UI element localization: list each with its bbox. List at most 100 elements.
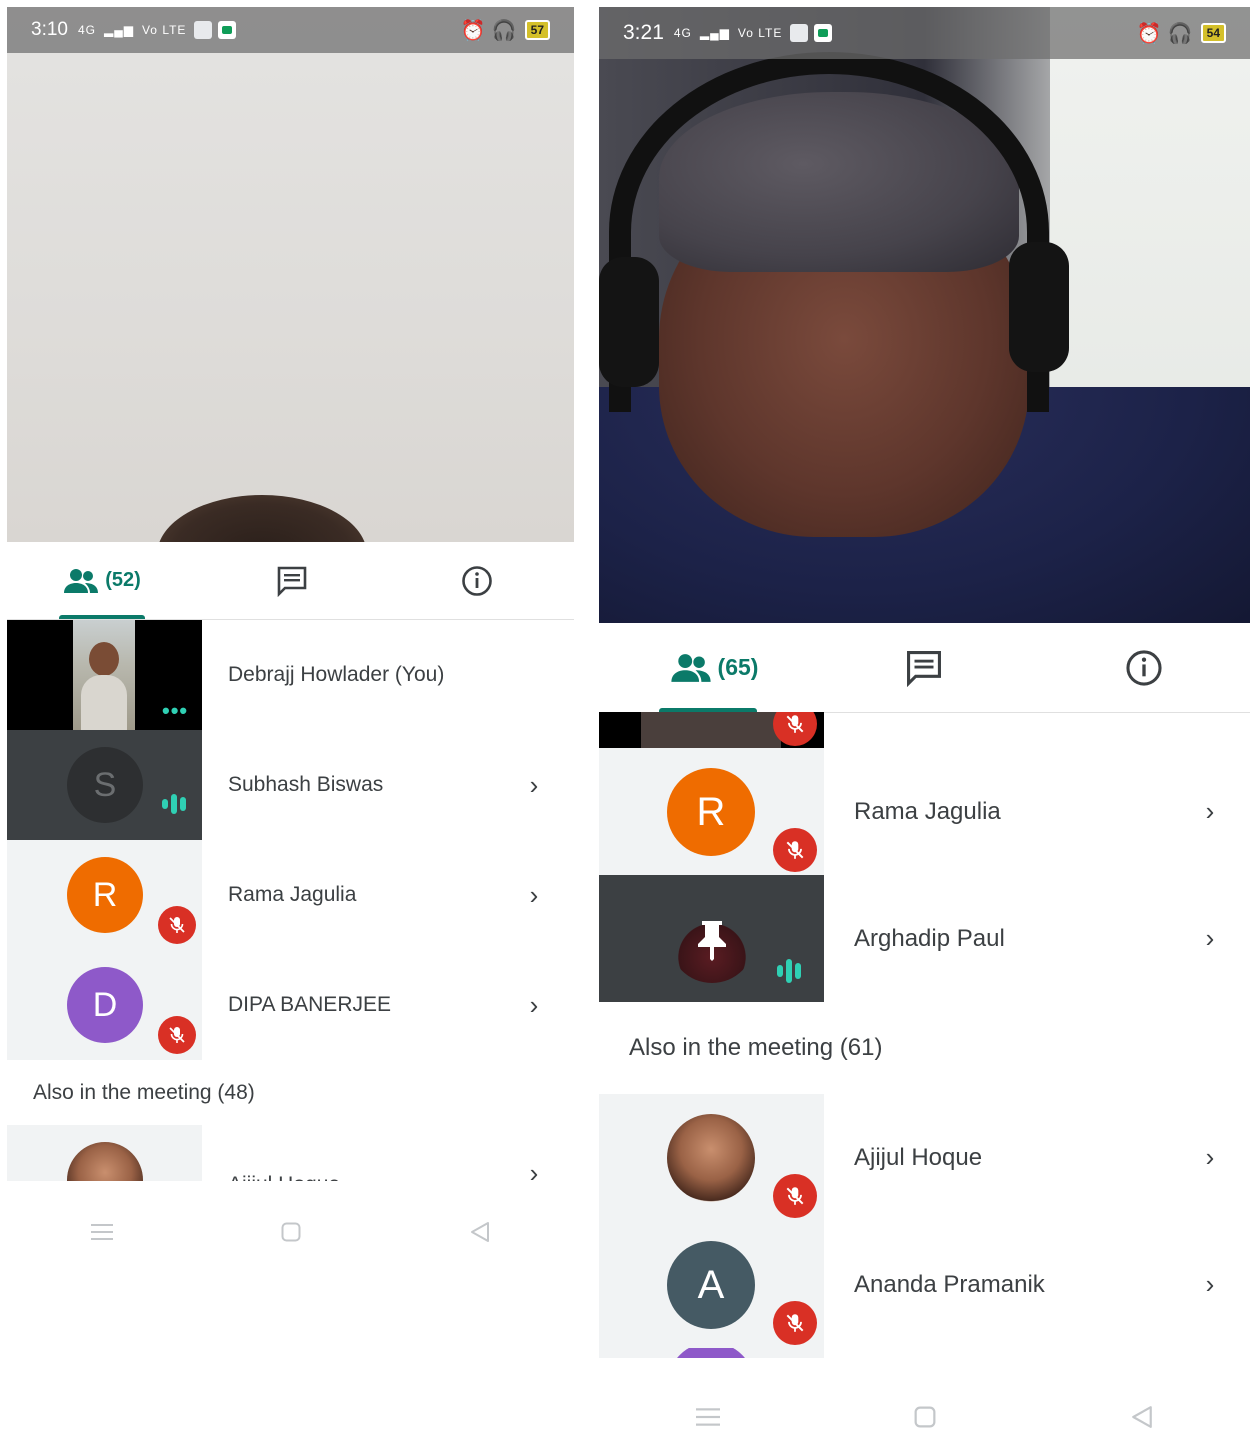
status-bar: 3:10 4G ▂▄▆ Vo LTE ⏰ 🎧 57 <box>7 7 574 53</box>
home-nav-icon[interactable] <box>271 1217 311 1247</box>
also-in-meeting-header: Also in the meeting (48) <box>33 1080 255 1104</box>
participant-row[interactable]: D DIPA BANERJEE › <box>7 950 574 1060</box>
participant-thumbnail <box>7 1125 202 1181</box>
tab-chat[interactable] <box>257 542 327 619</box>
status-bar: 3:21 4G ▂▄▆ Vo LTE ⏰ 🎧 54 <box>599 7 1250 59</box>
participant-list: ••• Debrajj Howlader (You) S Subhash Bis… <box>7 620 574 1181</box>
chevron-right-icon[interactable]: › <box>1190 1269 1230 1300</box>
participant-name: Rama Jagulia <box>228 883 357 906</box>
mic-off-icon <box>158 1016 196 1054</box>
participant-row[interactable]: R Rama Jagulia › <box>7 840 574 950</box>
participant-thumbnail: ••• <box>7 620 202 730</box>
status-time: 3:10 <box>31 19 68 40</box>
avatar: D <box>67 967 143 1043</box>
avatar <box>669 897 755 983</box>
info-icon <box>1126 649 1162 686</box>
participant-row[interactable]: ••• Debrajj Howlader (You) <box>7 620 574 730</box>
more-dots-icon: ••• <box>162 698 189 723</box>
left-phone-screen: 3:10 4G ▂▄▆ Vo LTE ⏰ 🎧 57 (52) ••• Debra… <box>7 7 574 1262</box>
participant-thumbnail <box>599 1348 824 1358</box>
participant-row[interactable]: A Ananda Pramanik › <box>599 1221 1250 1348</box>
avatar <box>667 1348 755 1358</box>
system-nav-bar <box>7 1207 574 1257</box>
mic-off-icon <box>773 1301 817 1345</box>
alarm-icon: ⏰ <box>1136 22 1162 45</box>
participant-thumbnail: R <box>599 748 824 875</box>
calendar-notification-icon <box>194 21 213 39</box>
participant-name: Subhash Biswas <box>228 773 384 796</box>
tab-chat[interactable] <box>889 623 959 712</box>
people-icon <box>64 568 99 593</box>
back-nav-icon[interactable] <box>460 1217 500 1247</box>
chevron-right-icon[interactable]: › <box>514 770 554 801</box>
participant-row[interactable] <box>599 712 1250 748</box>
menu-nav-icon[interactable] <box>688 1402 728 1431</box>
headphone-cup-right <box>1009 242 1069 372</box>
speaking-indicator-icon <box>777 959 801 983</box>
back-nav-icon[interactable] <box>1122 1402 1162 1431</box>
mic-off-icon <box>158 906 196 944</box>
tab-people[interactable]: (65) <box>639 623 789 712</box>
home-nav-icon[interactable] <box>905 1402 945 1431</box>
volte-label: Vo LTE <box>737 26 783 40</box>
chevron-right-icon[interactable]: › <box>1190 923 1230 954</box>
participant-thumbnail: D <box>7 950 202 1060</box>
avatar <box>67 1142 143 1181</box>
network-label: 4G <box>77 23 96 37</box>
avatar: R <box>667 768 755 856</box>
meet-notification-icon <box>218 21 237 39</box>
chevron-right-icon[interactable]: › <box>514 990 554 1021</box>
headset-icon: 🎧 <box>491 19 517 42</box>
people-icon <box>670 653 711 682</box>
menu-nav-icon[interactable] <box>82 1217 122 1247</box>
tab-info[interactable] <box>447 542 507 619</box>
participant-name: Rama Jagulia <box>854 797 1001 825</box>
participant-row[interactable]: R Rama Jagulia › <box>599 748 1250 875</box>
participant-thumbnail: R <box>7 840 202 950</box>
battery-icon: 57 <box>524 20 550 40</box>
info-icon <box>462 565 492 596</box>
participant-row[interactable]: Arghadip Paul › <box>599 875 1250 1002</box>
participant-thumbnail <box>599 1094 824 1221</box>
chevron-right-icon[interactable]: › <box>514 1125 554 1182</box>
main-video[interactable] <box>7 7 574 615</box>
participant-list: R Rama Jagulia › Arghadip Paul › Also in… <box>599 712 1250 1358</box>
tab-indicator <box>59 615 145 619</box>
participant-thumbnail <box>599 875 824 1002</box>
status-time: 3:21 <box>623 21 664 44</box>
battery-icon: 54 <box>1200 23 1226 43</box>
people-count: (65) <box>717 654 759 680</box>
participant-video-preview <box>641 712 781 748</box>
participant-row[interactable] <box>599 1348 1250 1358</box>
participant-name: Ajijul Hoque <box>854 1143 983 1171</box>
participant-thumbnail <box>599 712 824 748</box>
tab-bar: (52) <box>7 542 574 620</box>
avatar <box>667 1114 755 1202</box>
participant-name: Ajijul Hoque <box>202 1125 514 1181</box>
participant-row[interactable]: Ajijul Hoque › <box>7 1125 574 1181</box>
self-camera-preview <box>73 620 135 730</box>
speaking-indicator-icon <box>162 794 186 814</box>
chat-icon <box>277 566 307 597</box>
network-label: 4G <box>673 26 692 40</box>
chevron-right-icon[interactable]: › <box>514 880 554 911</box>
right-phone-screen: 3:21 4G ▂▄▆ Vo LTE ⏰ 🎧 54 (65) R Rama Ja… <box>599 7 1250 1431</box>
calendar-notification-icon <box>790 24 809 42</box>
meet-notification-icon <box>814 24 833 42</box>
people-count: (52) <box>105 569 141 591</box>
tab-bar: (65) <box>599 623 1250 713</box>
chevron-right-icon[interactable]: › <box>1190 1142 1230 1173</box>
participant-row[interactable]: S Subhash Biswas › <box>7 730 574 840</box>
chevron-right-icon[interactable]: › <box>1190 796 1230 827</box>
also-in-meeting-header: Also in the meeting (61) <box>629 1034 883 1061</box>
participant-name: Ananda Pramanik <box>854 1270 1045 1298</box>
participant-row[interactable]: Ajijul Hoque › <box>599 1094 1250 1221</box>
system-nav-bar <box>599 1392 1250 1431</box>
tab-people[interactable]: (52) <box>37 542 167 619</box>
tab-info[interactable] <box>1109 623 1179 712</box>
headphone-band <box>609 52 1049 412</box>
mic-off-icon <box>773 1174 817 1218</box>
chat-icon <box>907 650 941 687</box>
mic-off-icon <box>773 828 817 872</box>
main-video[interactable] <box>599 7 1250 623</box>
